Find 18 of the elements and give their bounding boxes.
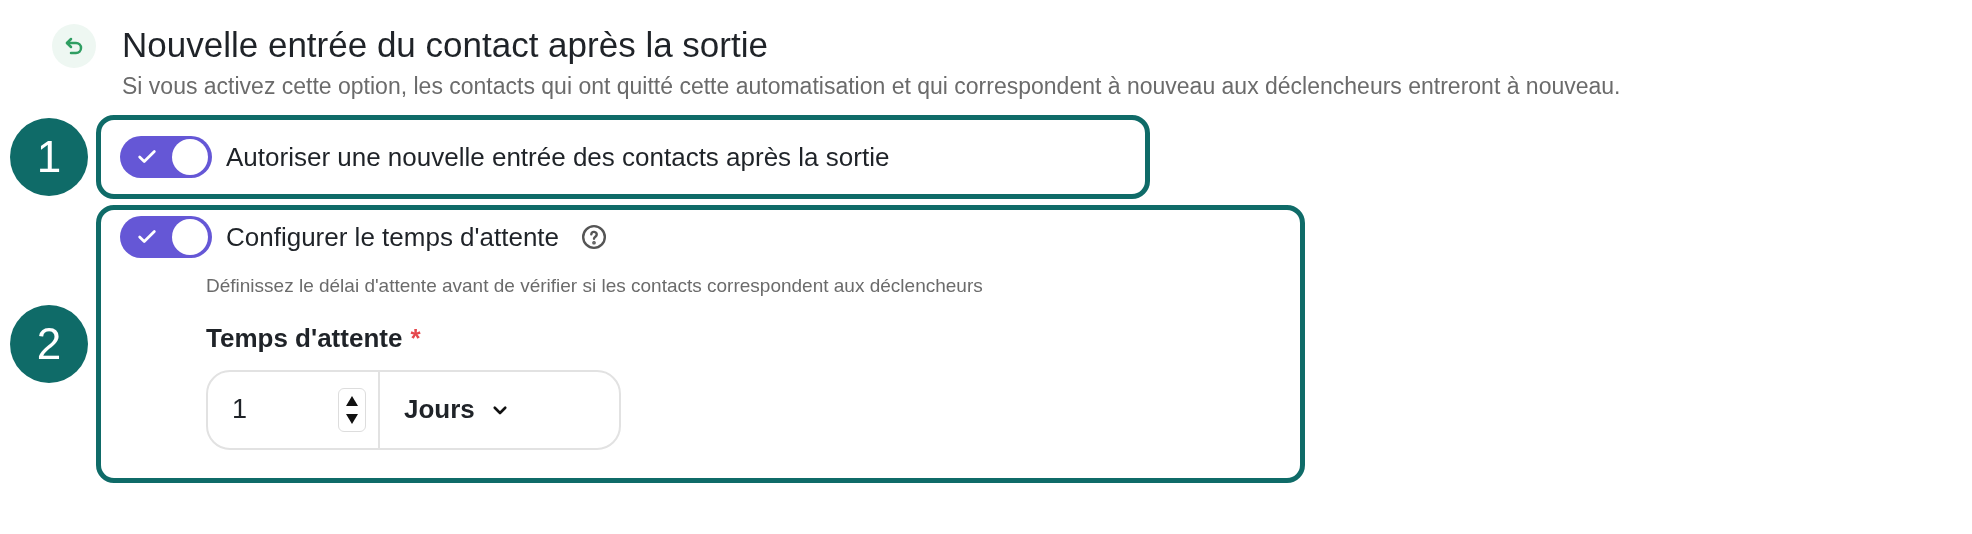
step-number: 2 bbox=[10, 305, 88, 383]
toggle-label: Autoriser une nouvelle entrée des contacts après la sortie bbox=[226, 140, 890, 174]
field-label: Temps d'attente bbox=[206, 321, 403, 355]
section-title: Nouvelle entrée du contact après la sortie bbox=[122, 24, 769, 66]
toggle-knob bbox=[172, 139, 208, 175]
toggle-knob bbox=[172, 219, 208, 255]
number-field[interactable]: 1 bbox=[208, 389, 338, 430]
undo-icon[interactable] bbox=[52, 24, 96, 68]
stepper-icon[interactable] bbox=[338, 387, 366, 432]
step-number: 1 bbox=[10, 118, 88, 196]
toggle-label: Configurer le temps d'attente bbox=[226, 220, 560, 254]
unit-dropdown[interactable]: Jours bbox=[380, 390, 509, 429]
hint-text: Définissez le délai d'attente avant de vérifier si les contacts correspondent aux déclencheurs bbox=[206, 274, 984, 298]
toggle-switch[interactable] bbox=[120, 136, 212, 178]
help-icon[interactable] bbox=[581, 224, 608, 250]
required-mark: * bbox=[410, 321, 421, 355]
toggle-switch[interactable] bbox=[120, 216, 212, 258]
section-description: Si vous activez cette option, les contacts qui ont quitté cette automatisation et qui correspondent à nouveau aux déclencheurs entreront à nouveau. bbox=[122, 72, 1622, 101]
